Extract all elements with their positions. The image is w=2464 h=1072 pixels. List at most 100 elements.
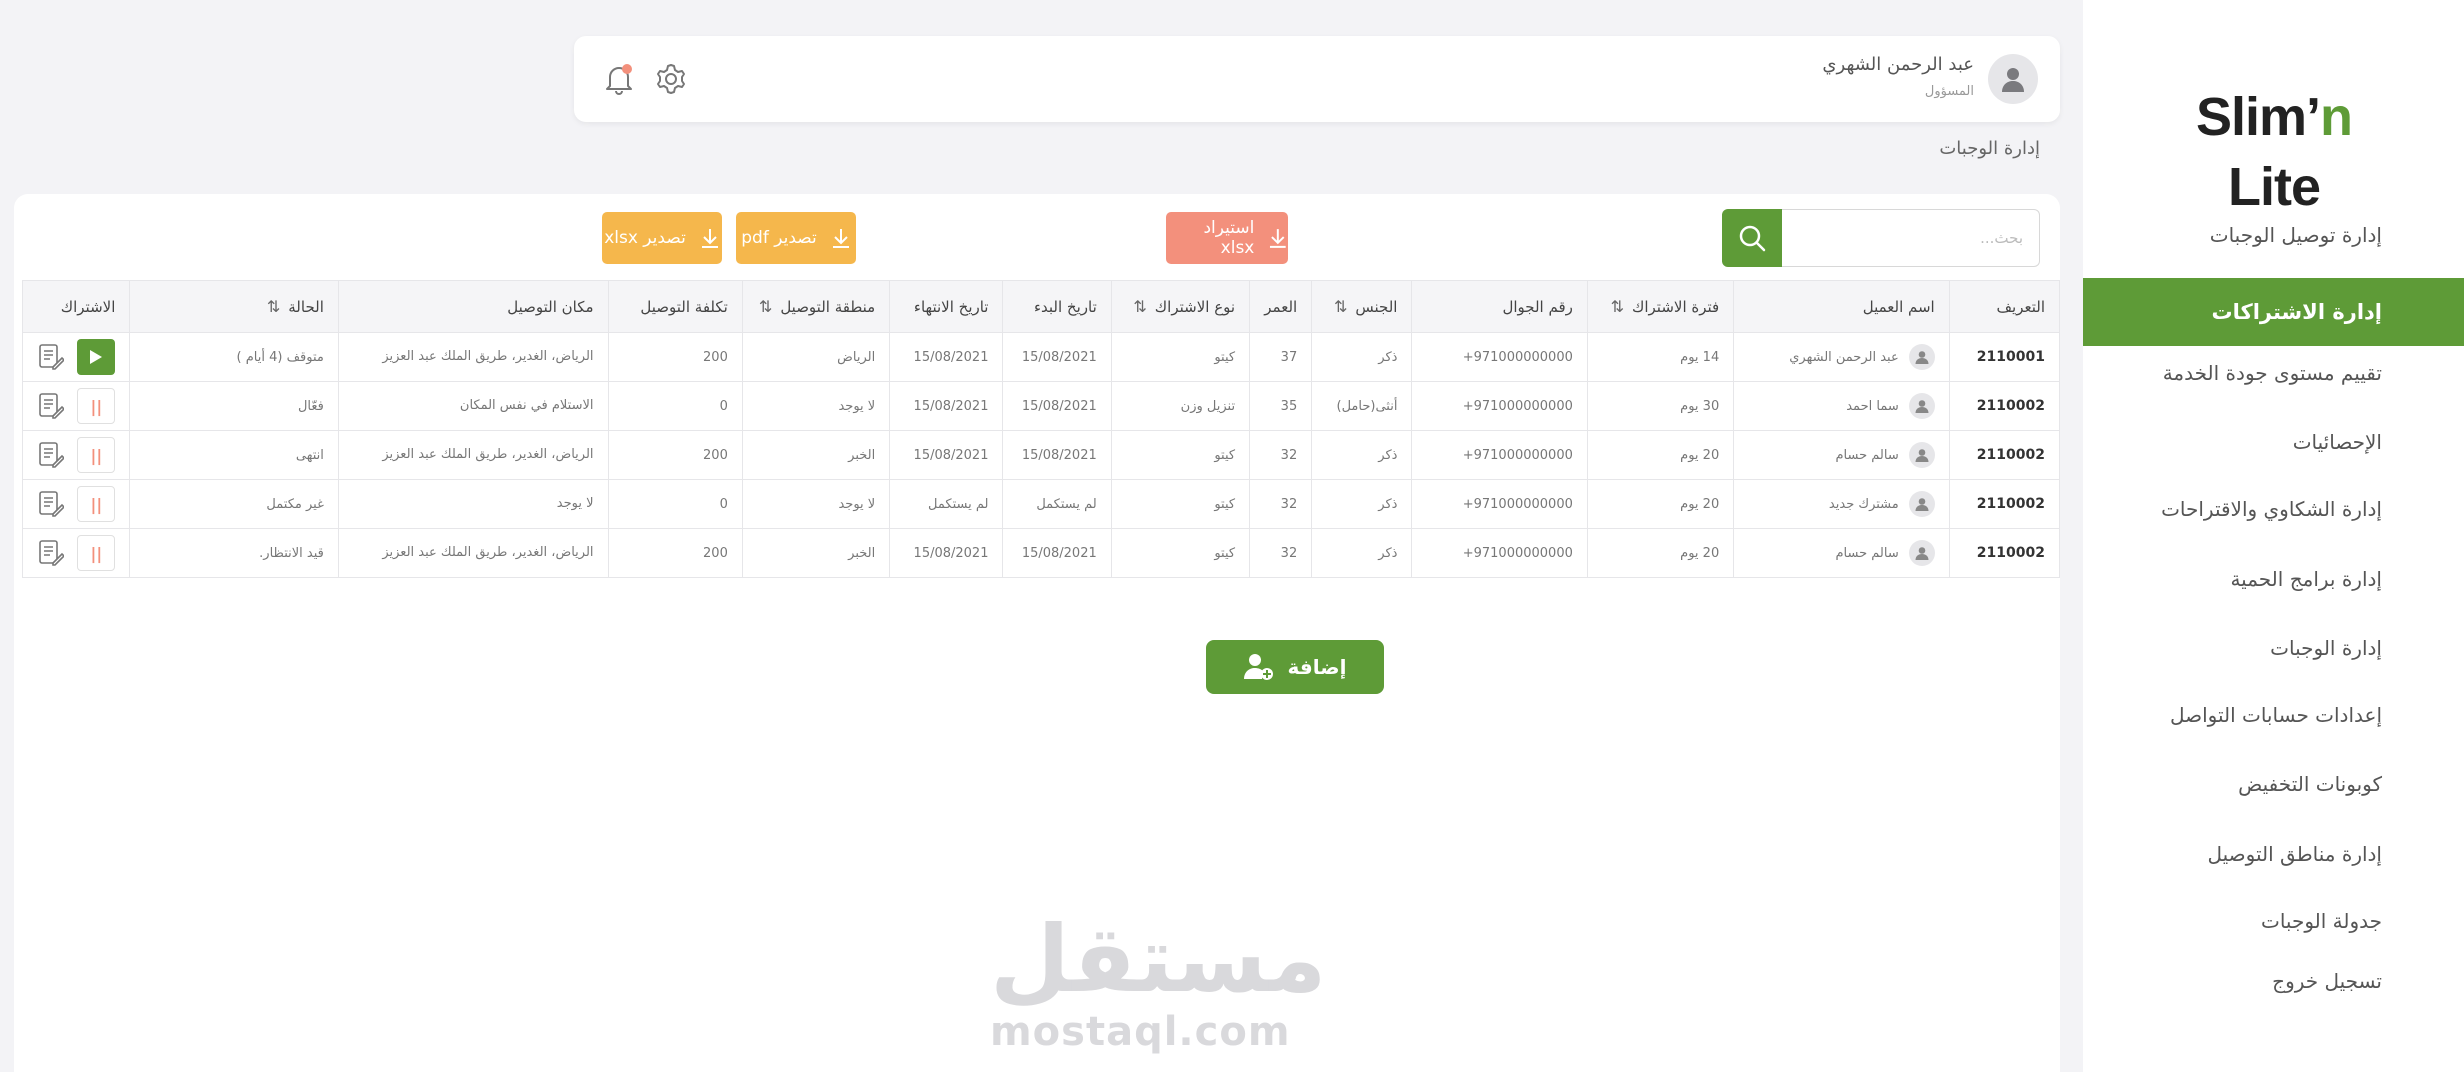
- cell-start: 15/08/2021: [1002, 332, 1112, 382]
- cell-place: الرياض، الغدير، طريق الملك عبد العزيز: [337, 528, 609, 578]
- edit-button[interactable]: [37, 537, 65, 569]
- col-header-end: تاريخ الانتهاء: [889, 280, 1004, 333]
- gear-icon[interactable]: [652, 60, 690, 98]
- cell-gender: ذكر: [1311, 528, 1413, 578]
- watermark: مستقل mostaql.com: [990, 906, 1327, 1055]
- pause-button[interactable]: ||: [77, 437, 116, 473]
- cell-id: 2110001: [1948, 332, 2061, 382]
- export-pdf-button[interactable]: تصدير pdf: [736, 212, 856, 264]
- cell-cost: 0: [607, 381, 743, 431]
- search-input[interactable]: بحث...: [1782, 209, 2040, 267]
- watermark-arabic: مستقل: [990, 906, 1327, 1013]
- search-icon: [1739, 225, 1766, 252]
- edit-document-icon: [39, 344, 65, 370]
- cell-age: 32: [1249, 430, 1313, 480]
- logo-part2: n: [2320, 87, 2353, 147]
- cell-status: قيد الانتظار.: [129, 528, 339, 578]
- edit-button[interactable]: [37, 439, 65, 471]
- top-header: عبد الرحمن الشهري المسؤول: [574, 36, 2060, 122]
- cell-actions: ||: [21, 381, 131, 431]
- col-header-status[interactable]: الحالة⇅: [129, 280, 339, 333]
- pause-icon: ||: [90, 543, 103, 563]
- cell-phone: +971000000000: [1411, 332, 1588, 382]
- cell-age: 37: [1249, 332, 1313, 382]
- cell-period: 14 يوم: [1586, 332, 1735, 382]
- sidebar-item-meal-delivery[interactable]: إدارة توصيل الوجبات: [2083, 201, 2464, 269]
- cell-actions: [21, 332, 131, 382]
- cell-type: كيتو: [1110, 479, 1251, 529]
- resume-button[interactable]: [77, 339, 116, 375]
- cell-gender: ذكر: [1311, 479, 1413, 529]
- edit-document-icon: [39, 442, 65, 468]
- cell-type: كيتو: [1110, 528, 1251, 578]
- col-header-zone[interactable]: منطقة التوصيل⇅: [741, 280, 891, 333]
- col-header-subscription: الاشتراك: [21, 280, 131, 333]
- bell-icon[interactable]: [600, 60, 638, 98]
- sidebar-item-service-quality[interactable]: تقييم مستوى جودة الخدمة: [2083, 339, 2464, 407]
- edit-button[interactable]: [37, 488, 65, 520]
- cell-cost: 200: [607, 332, 743, 382]
- cell-id: 2110002: [1948, 381, 2061, 431]
- col-header-client: اسم العميل: [1733, 280, 1950, 333]
- user-icon: [1908, 491, 1935, 517]
- sidebar-item-label: إدارة برامج الحمية: [2230, 567, 2382, 591]
- add-subscriber-button[interactable]: إضافة: [1206, 640, 1384, 694]
- col-header-period[interactable]: فترة الاشتراك⇅: [1586, 280, 1735, 333]
- export-xlsx-button[interactable]: تصدير xlsx: [602, 212, 722, 264]
- cell-period: 20 يوم: [1586, 430, 1735, 480]
- sidebar-item-complaints[interactable]: إدارة الشكاوي والاقتراحات: [2083, 475, 2464, 543]
- col-header-gender[interactable]: الجنس⇅: [1311, 280, 1413, 333]
- sidebar-item-meal-schedule[interactable]: جدولة الوجبات: [2083, 887, 2464, 955]
- user-icon: [1908, 393, 1935, 419]
- sidebar-item-statistics[interactable]: الإحصائيات: [2083, 408, 2464, 476]
- sidebar-item-coupons[interactable]: كوبونات التخفيض: [2083, 750, 2464, 818]
- pause-button[interactable]: ||: [77, 535, 116, 571]
- cell-zone: لا يوجد: [741, 381, 891, 431]
- sort-icon: ⇅: [758, 297, 773, 316]
- sidebar-item-subscriptions[interactable]: إدارة الاشتراكات: [2083, 278, 2464, 346]
- edit-button[interactable]: [37, 390, 65, 422]
- col-header-phone: رقم الجوال: [1411, 280, 1588, 333]
- col-header-start: تاريخ البدء: [1002, 280, 1112, 333]
- user-avatar-icon[interactable]: [1988, 54, 2038, 104]
- sidebar-item-meals[interactable]: إدارة الوجبات: [2083, 614, 2464, 682]
- watermark-latin: mostaql.com: [990, 1009, 1291, 1055]
- play-icon: [90, 350, 103, 364]
- cell-start: 15/08/2021: [1002, 528, 1112, 578]
- sidebar-item-social-settings[interactable]: إعدادات حسابات التواصل: [2083, 681, 2464, 749]
- sidebar-item-diet-programs[interactable]: إدارة برامج الحمية: [2083, 545, 2464, 613]
- cell-cost: 200: [607, 528, 743, 578]
- brand-logo: Slim’n Lite: [2144, 82, 2404, 217]
- breadcrumb: إدارة الوجبات: [1939, 138, 2040, 159]
- col-header-cost: تكلفة التوصيل: [607, 280, 743, 333]
- sidebar-item-delivery-zones[interactable]: إدارة مناطق التوصيل: [2083, 820, 2464, 888]
- cell-phone: +971000000000: [1411, 430, 1588, 480]
- pause-button[interactable]: ||: [77, 486, 116, 522]
- cell-cost: 200: [607, 430, 743, 480]
- export-xlsx-label: تصدير xlsx: [604, 228, 686, 248]
- col-header-type[interactable]: نوع الاشتراك⇅: [1110, 280, 1251, 333]
- pause-icon: ||: [90, 396, 103, 416]
- pause-icon: ||: [90, 494, 103, 514]
- col-header-age: العمر: [1249, 280, 1313, 333]
- user-role: المسؤول: [1924, 84, 1974, 99]
- cell-start: لم يستكمل: [1002, 479, 1112, 529]
- cell-client: سما احمد: [1733, 381, 1950, 431]
- search-button[interactable]: [1722, 209, 1782, 267]
- pause-button[interactable]: ||: [77, 388, 116, 424]
- sort-icon: ⇅: [1133, 297, 1147, 316]
- cell-cost: 0: [607, 479, 743, 529]
- cell-phone: +971000000000: [1411, 381, 1588, 431]
- edit-button[interactable]: [37, 341, 65, 373]
- sidebar-item-logout[interactable]: تسجيل خروج: [2083, 947, 2464, 1015]
- import-xlsx-button[interactable]: استيراد xlsx: [1166, 212, 1288, 264]
- sidebar-item-label: كوبونات التخفيض: [2238, 772, 2382, 796]
- cell-actions: ||: [21, 430, 131, 480]
- pause-icon: ||: [90, 445, 103, 465]
- cell-end: 15/08/2021: [889, 332, 1004, 382]
- table-row: 2110002 سالم حسام 20 يوم +971000000000 ذ…: [21, 430, 2061, 480]
- subscriptions-table: التعريف اسم العميل فترة الاشتراك⇅ رقم ال…: [21, 280, 2061, 578]
- cell-place: الاستلام في نفس المكان: [337, 381, 609, 431]
- sort-icon: ⇅: [266, 297, 281, 316]
- sidebar-item-label: إدارة مناطق التوصيل: [2207, 842, 2383, 866]
